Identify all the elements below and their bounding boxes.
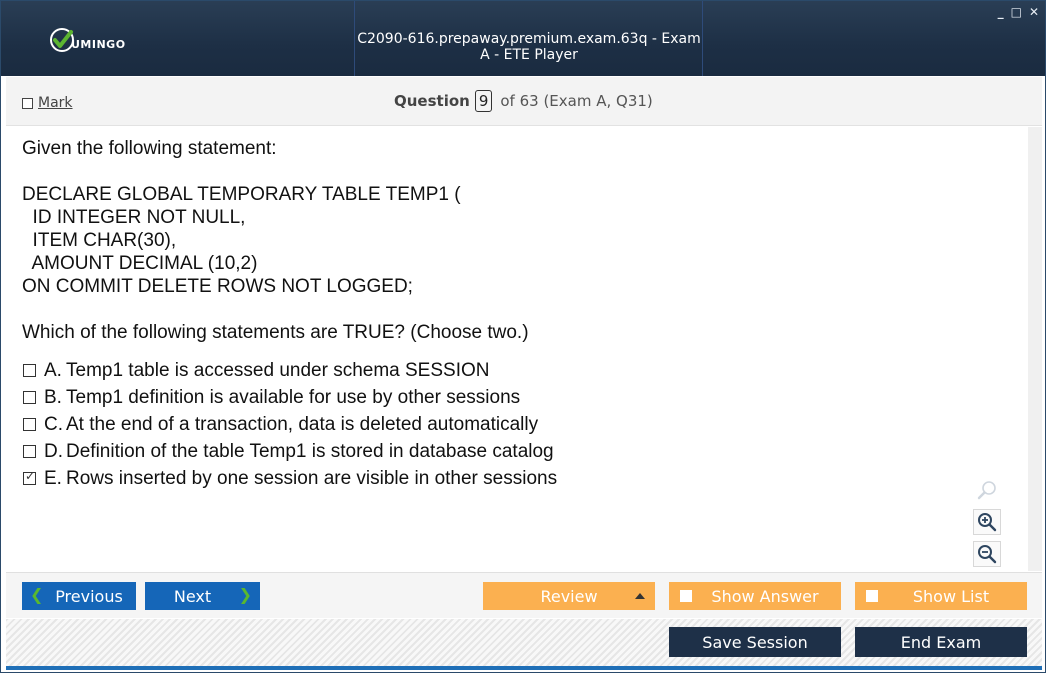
code-line: ID INTEGER NOT NULL, bbox=[22, 207, 246, 228]
option-letter: E. bbox=[44, 467, 62, 489]
option-text: At the end of a transaction, data is del… bbox=[66, 413, 539, 435]
zoom-controls bbox=[972, 477, 1002, 567]
question-content: Given the following statement: DECLARE G… bbox=[6, 127, 1042, 571]
option-letter: B. bbox=[44, 386, 62, 408]
option-text: Temp1 definition is available for use by… bbox=[66, 386, 521, 408]
save-session-button[interactable]: Save Session bbox=[669, 627, 841, 657]
question-text: Given the following statement: DECLARE G… bbox=[22, 137, 529, 344]
option-letter: D. bbox=[44, 440, 63, 462]
code-block: DECLARE GLOBAL TEMPORARY TABLE TEMP1 ( I… bbox=[22, 183, 529, 298]
option-checkbox-checked[interactable] bbox=[23, 469, 36, 485]
title-bar[interactable]: UMINGO C2090-616.prepaway.premium.exam.6… bbox=[1, 1, 1045, 76]
code-line: AMOUNT DECIMAL (10,2) bbox=[22, 253, 258, 274]
code-line: DECLARE GLOBAL TEMPORARY TABLE TEMP1 ( bbox=[22, 184, 461, 205]
zoom-out-icon[interactable] bbox=[973, 541, 1001, 567]
vertical-scrollbar[interactable] bbox=[1028, 127, 1042, 571]
question-total: of 63 (Exam A, Q31) bbox=[500, 92, 653, 110]
option-letter: C. bbox=[44, 413, 63, 435]
minimize-icon[interactable]: _ bbox=[998, 5, 1004, 19]
show-answer-checkbox[interactable] bbox=[680, 590, 692, 602]
option-checkbox[interactable] bbox=[23, 364, 36, 377]
window-title: C2090-616.prepaway.premium.exam.63q - Ex… bbox=[357, 31, 701, 63]
show-list-button[interactable]: Show List bbox=[855, 582, 1027, 610]
show-list-checkbox[interactable] bbox=[866, 590, 878, 602]
session-bar: Save Session End Exam bbox=[6, 619, 1042, 666]
zoom-in-icon[interactable] bbox=[973, 509, 1001, 535]
option-b[interactable]: B. Temp1 definition is available for use… bbox=[22, 384, 557, 411]
chevron-right-icon: ❯ bbox=[238, 585, 252, 604]
option-checkbox[interactable] bbox=[23, 391, 36, 404]
question-counter: Question 9 of 63 (Exam A, Q31) bbox=[394, 90, 653, 112]
code-line: ON COMMIT DELETE ROWS NOT LOGGED; bbox=[22, 276, 413, 297]
close-icon[interactable]: ✕ bbox=[1029, 5, 1039, 19]
end-exam-button[interactable]: End Exam bbox=[855, 627, 1027, 657]
previous-label: Previous bbox=[55, 586, 123, 606]
option-text: Rows inserted by one session are visible… bbox=[66, 467, 558, 489]
show-answer-label: Show Answer bbox=[711, 586, 819, 606]
mark-label: Mark bbox=[38, 95, 73, 111]
logo-text: UMINGO bbox=[71, 37, 126, 51]
question-label: Question bbox=[394, 92, 470, 110]
navigation-bar: ❮ Previous Next ❯ Review Show Answer Sho… bbox=[6, 572, 1042, 618]
previous-button[interactable]: ❮ Previous bbox=[22, 582, 136, 610]
next-button[interactable]: Next ❯ bbox=[145, 582, 260, 610]
next-label: Next bbox=[173, 586, 212, 606]
option-a[interactable]: A. Temp1 table is accessed under schema … bbox=[22, 357, 557, 384]
review-label: Review bbox=[540, 586, 598, 606]
option-text: Temp1 table is accessed under schema SES… bbox=[66, 359, 490, 381]
option-d[interactable]: D. Definition of the table Temp1 is stor… bbox=[22, 438, 557, 465]
option-checkbox[interactable] bbox=[23, 445, 36, 458]
mark-checkbox-box[interactable] bbox=[22, 97, 33, 109]
question-intro: Given the following statement: bbox=[22, 138, 277, 159]
show-answer-button[interactable]: Show Answer bbox=[669, 582, 841, 610]
option-letter: A. bbox=[44, 359, 62, 381]
footer-accent-line bbox=[6, 666, 1042, 670]
question-number-input[interactable]: 9 bbox=[474, 90, 493, 112]
caret-up-icon[interactable] bbox=[635, 593, 645, 599]
show-list-label: Show List bbox=[912, 586, 990, 606]
review-button[interactable]: Review bbox=[483, 582, 655, 610]
app-window: UMINGO C2090-616.prepaway.premium.exam.6… bbox=[0, 0, 1046, 673]
option-c[interactable]: C. At the end of a transaction, data is … bbox=[22, 411, 557, 438]
vumingo-logo: UMINGO bbox=[49, 25, 126, 55]
option-e[interactable]: E. Rows inserted by one session are visi… bbox=[22, 465, 557, 492]
question-prompt: Which of the following statements are TR… bbox=[22, 322, 529, 343]
search-icon bbox=[973, 477, 1001, 503]
chevron-left-icon: ❮ bbox=[30, 585, 44, 604]
option-text: Definition of the table Temp1 is stored … bbox=[66, 440, 554, 462]
option-checkbox[interactable] bbox=[23, 418, 36, 431]
maximize-icon[interactable]: □ bbox=[1011, 5, 1022, 19]
window-controls: _ □ ✕ bbox=[998, 5, 1039, 19]
code-line: ITEM CHAR(30), bbox=[22, 230, 177, 251]
question-header: Mark Question 9 of 63 (Exam A, Q31) bbox=[6, 77, 1042, 126]
answer-options: A. Temp1 table is accessed under schema … bbox=[22, 357, 557, 492]
mark-checkbox[interactable]: Mark bbox=[22, 95, 73, 111]
